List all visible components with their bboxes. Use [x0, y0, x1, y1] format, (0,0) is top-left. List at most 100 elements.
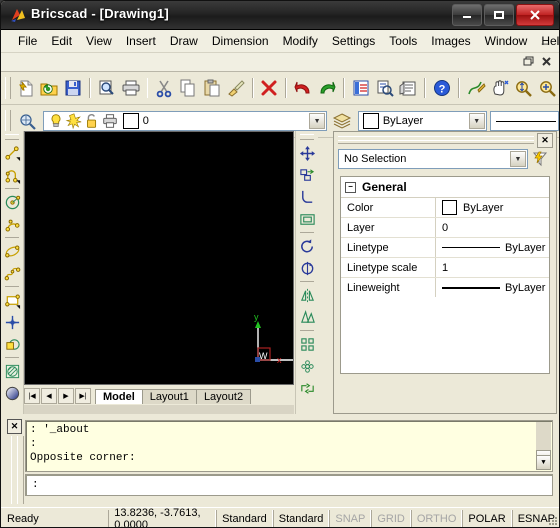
last-tab-button[interactable]: ▶| — [75, 388, 91, 404]
minimize-button[interactable] — [452, 4, 482, 26]
menu-item-view[interactable]: View — [79, 31, 119, 51]
draw-toolbar-grip[interactable] — [5, 134, 19, 140]
status-snap[interactable]: SNAP — [329, 510, 372, 527]
gradient-icon[interactable] — [2, 382, 22, 404]
copy-object-icon[interactable] — [297, 164, 317, 186]
tab-layout2[interactable]: Layout2 — [195, 388, 252, 404]
point-icon[interactable] — [2, 311, 22, 333]
scroll-down-button[interactable]: ▼ — [536, 455, 551, 470]
zoom-realtime-icon[interactable] — [511, 75, 535, 101]
ellipse-icon[interactable] — [2, 240, 22, 262]
tab-model[interactable]: Model — [95, 388, 143, 404]
zoom-window-icon[interactable] — [535, 75, 559, 101]
property-value[interactable]: ByLayer — [435, 198, 549, 217]
color-combo-arrow-icon[interactable]: ▼ — [468, 113, 485, 129]
pattern-icon[interactable] — [297, 355, 317, 377]
maximize-button[interactable] — [484, 4, 514, 26]
menu-item-window[interactable]: Window — [478, 31, 535, 51]
cut-icon[interactable] — [152, 75, 176, 101]
menu-item-tools[interactable]: Tools — [382, 31, 424, 51]
scale-icon[interactable] — [297, 306, 317, 328]
undo-icon[interactable] — [291, 75, 315, 101]
mdi-minimize-button[interactable]: _ — [538, 31, 553, 48]
next-tab-button[interactable]: ▶ — [58, 388, 74, 404]
move-icon[interactable] — [297, 142, 317, 164]
properties-group-header[interactable]: − General — [341, 177, 549, 198]
new-icon[interactable] — [14, 75, 38, 101]
menu-item-images[interactable]: Images — [424, 31, 477, 51]
menu-item-settings[interactable]: Settings — [325, 31, 382, 51]
menu-item-modify[interactable]: Modify — [276, 31, 325, 51]
lightbulb-icon[interactable] — [47, 112, 65, 130]
mdi-restore-button[interactable] — [519, 53, 537, 69]
layer-combo[interactable]: 0 ▼ — [42, 111, 328, 131]
inquiry-icon[interactable] — [373, 75, 397, 101]
property-value[interactable]: ByLayer — [435, 238, 549, 257]
help-icon[interactable]: ? — [430, 75, 454, 101]
first-tab-button[interactable]: |◀ — [24, 388, 40, 404]
modify-toolbar-grip[interactable] — [300, 134, 314, 140]
fillet-icon[interactable] — [297, 186, 317, 208]
status-textstyle[interactable]: Standard — [272, 510, 330, 527]
selection-combo-arrow-icon[interactable]: ▼ — [510, 151, 526, 167]
color-combo[interactable]: ByLayer ▼ — [357, 111, 487, 131]
stretch-icon[interactable] — [297, 377, 317, 399]
erase-icon[interactable] — [258, 75, 282, 101]
line-icon[interactable] — [2, 142, 22, 164]
unlock-icon[interactable] — [83, 112, 101, 130]
properties-icon[interactable] — [349, 75, 373, 101]
linetype-combo[interactable] — [489, 111, 559, 131]
offset-icon[interactable] — [297, 208, 317, 230]
circle-icon[interactable] — [2, 191, 22, 213]
tab-layout1[interactable]: Layout1 — [141, 388, 197, 404]
properties-panel-grip[interactable] — [338, 136, 534, 144]
print-icon[interactable] — [119, 75, 143, 101]
selection-combo[interactable]: No Selection ▼ — [338, 149, 528, 169]
drawing-canvas[interactable]: y x W — [24, 131, 294, 385]
print-preview-icon[interactable] — [95, 75, 119, 101]
property-value[interactable]: ByLayer — [435, 278, 549, 297]
menu-item-edit[interactable]: Edit — [44, 31, 79, 51]
table-row[interactable]: Layer 0 — [341, 218, 549, 238]
rectangle-icon[interactable] — [2, 289, 22, 311]
command-input[interactable]: : — [25, 474, 553, 496]
command-history[interactable]: : '_about : Opposite corner: ▲ ▼ — [25, 420, 553, 472]
table-row[interactable]: Linetype scale 1 — [341, 258, 549, 278]
mirror-icon[interactable] — [297, 284, 317, 306]
paste-icon[interactable] — [200, 75, 224, 101]
status-dimstyle[interactable]: Standard — [216, 510, 273, 527]
arc-icon[interactable] — [2, 213, 22, 235]
command-history-scrollbar[interactable]: ▲ ▼ — [536, 422, 551, 470]
status-polar[interactable]: POLAR — [462, 510, 512, 527]
property-value[interactable]: 1 — [435, 258, 549, 277]
match-properties-icon[interactable] — [224, 75, 248, 101]
menu-item-dimension[interactable]: Dimension — [205, 31, 276, 51]
status-grid[interactable]: GRID — [371, 510, 411, 527]
layer-combo-arrow-icon[interactable]: ▼ — [309, 113, 326, 129]
redo-icon[interactable] — [315, 75, 339, 101]
freeze-sun-icon[interactable] — [65, 112, 83, 130]
status-coordinates[interactable]: 13.8236, -3.7613, 0.0000 — [108, 507, 217, 527]
group-expander-icon[interactable]: − — [345, 181, 356, 193]
plot-printer-icon[interactable] — [101, 112, 119, 130]
array-icon[interactable] — [297, 333, 317, 355]
revolve-icon[interactable] — [297, 257, 317, 279]
property-value[interactable]: 0 — [435, 218, 549, 237]
command-panel-close-button[interactable]: ✕ — [7, 419, 22, 434]
polyline-icon[interactable] — [2, 164, 22, 186]
status-ortho[interactable]: ORTHO — [410, 510, 463, 527]
layer-toolbar-grip[interactable] — [5, 110, 11, 132]
copy-icon[interactable] — [176, 75, 200, 101]
properties-panel-close-button[interactable]: ✕ — [537, 133, 553, 148]
mdi-close-button[interactable] — [537, 53, 555, 69]
menu-item-draw[interactable]: Draw — [163, 31, 205, 51]
hatch-icon[interactable] — [2, 360, 22, 382]
table-row[interactable]: Linetype ByLayer — [341, 238, 549, 258]
color-swatch[interactable] — [362, 113, 379, 129]
rotate-icon[interactable] — [297, 235, 317, 257]
quick-select-icon[interactable] — [528, 150, 552, 168]
spline-icon[interactable] — [2, 262, 22, 284]
menu-item-insert[interactable]: Insert — [119, 31, 163, 51]
menu-item-file[interactable]: File — [11, 31, 44, 51]
command-panel-grip-2[interactable] — [17, 436, 24, 504]
